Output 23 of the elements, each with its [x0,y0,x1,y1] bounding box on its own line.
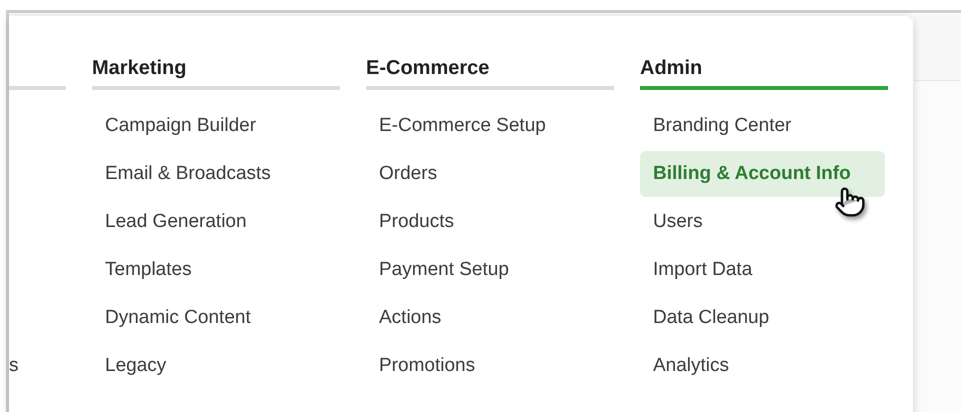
menu-item[interactable]: Payment Setup [366,247,614,293]
column-heading: E-Commerce [366,58,490,78]
menu-item[interactable]: Dynamic Content [92,295,340,341]
menu-item[interactable]: Templates [92,247,340,293]
menu-item[interactable]: Import Data [640,247,888,293]
menu-item[interactable]: Products [366,199,614,245]
hand-cursor-icon [834,186,866,218]
menu-item[interactable]: Legacy [92,343,340,389]
column-heading: Admin [640,58,702,78]
menu-item[interactable]: Lead Generation [92,199,340,245]
menu-item[interactable]: Promotions [366,343,614,389]
menu-item[interactable]: Users [640,199,888,245]
menu-item[interactable]: Branding Center [640,103,888,149]
menu-item[interactable]: Orders [366,151,614,197]
menu-item[interactable]: E-Commerce Setup [366,103,614,149]
menu-item[interactable]: Data Cleanup [640,295,888,341]
menu-item[interactable]: Email & Broadcasts [92,151,340,197]
menu-item[interactable]: Actions [366,295,614,341]
column-heading: Marketing [92,58,186,78]
menu-item[interactable]: Campaign Builder [92,103,340,149]
menu-item[interactable]: s [9,343,66,389]
menu-item[interactable]: Billing & Account Info [640,151,885,197]
menu-item[interactable]: Analytics [640,343,888,389]
